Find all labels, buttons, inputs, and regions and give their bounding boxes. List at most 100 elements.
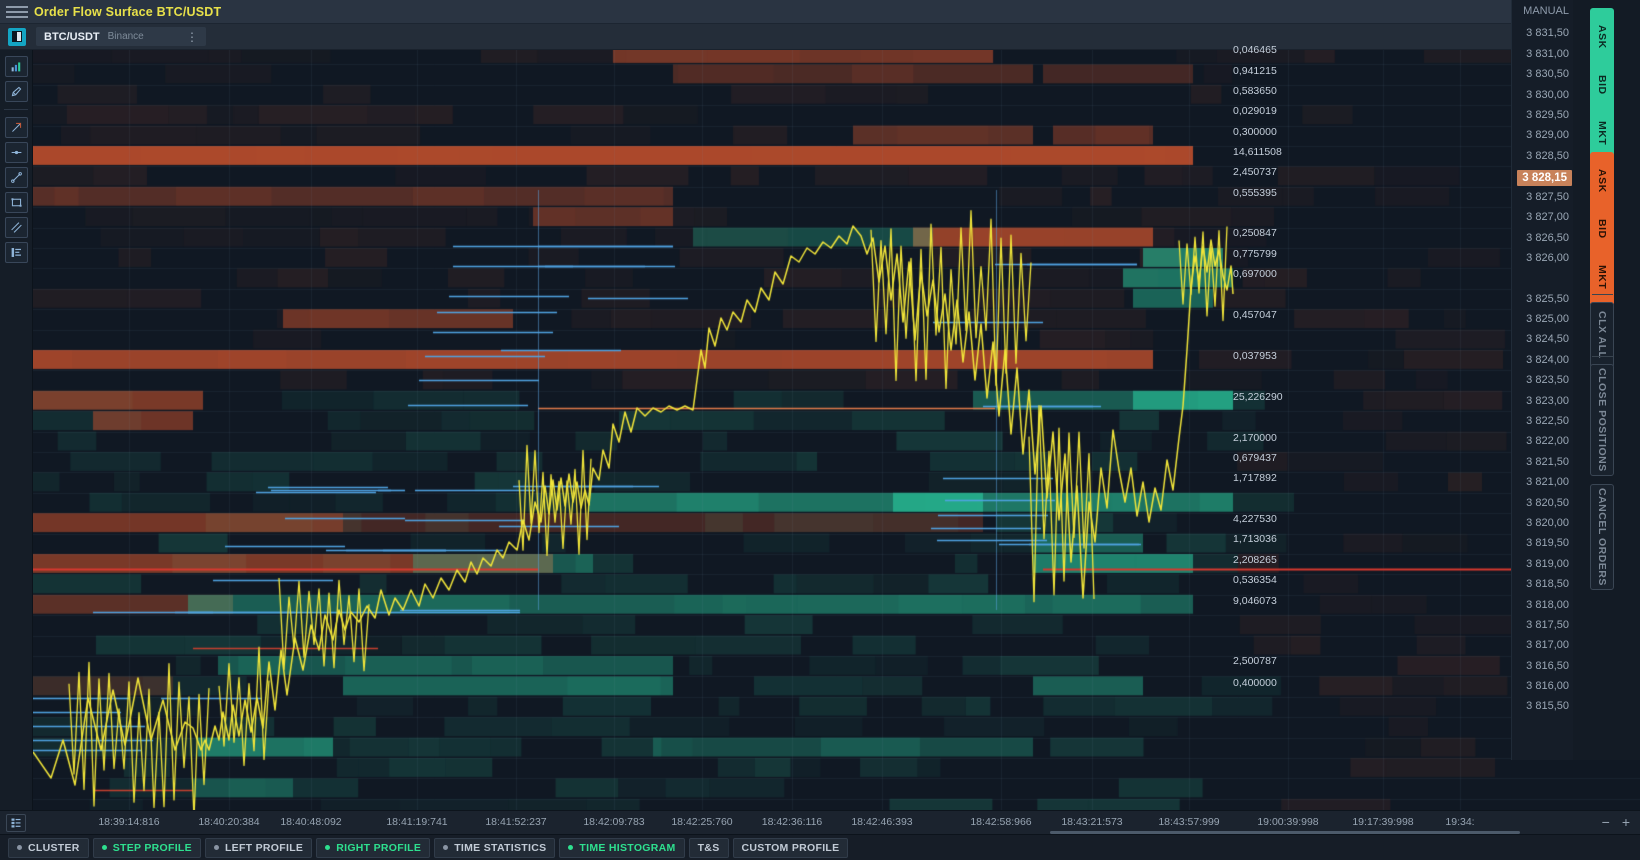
tab-label: RIGHT PROFILE: [336, 841, 422, 854]
text-note-icon[interactable]: [4, 242, 28, 263]
price-tick-label: 3 822,00: [1526, 435, 1569, 447]
price-tick-label: 3 825,00: [1526, 313, 1569, 325]
time-axis[interactable]: − + 18:39:14:816 18:40:20:384 18:40:48:092…: [0, 810, 1640, 834]
price-tick-label: 3 816,00: [1526, 680, 1569, 692]
price-tick-label: 3 819,00: [1526, 558, 1569, 570]
tab-time-histogram[interactable]: TIME HISTOGRAM: [559, 837, 685, 858]
zoom-out-button[interactable]: −: [1602, 815, 1610, 829]
price-tick-label: 3 825,50: [1526, 293, 1569, 305]
tab-status-dot-icon: [101, 845, 107, 850]
last-price-badge: 3 828,15: [1517, 170, 1572, 186]
time-tick-label: 18:40:20:384: [198, 816, 260, 828]
order-flow-surface-window: Order Flow Surface BTC/USDT × BTC/USDT B…: [0, 0, 1640, 860]
symbol-selector[interactable]: BTC/USDT Binance ⋮: [36, 27, 206, 46]
price-tick-label: 3 818,50: [1526, 578, 1569, 590]
tab-custom-profile[interactable]: CUSTOM PROFILE: [732, 837, 849, 858]
tab-status-dot-icon: [17, 845, 22, 850]
chart-bars-icon[interactable]: [4, 56, 28, 77]
rail-button-label: BID: [1596, 219, 1608, 239]
tab-status-dot-icon: [568, 845, 574, 850]
rail-button-label: ASK: [1596, 169, 1608, 193]
price-tick-label: 3 824,00: [1526, 354, 1569, 366]
trend-line-arrow-icon[interactable]: [4, 117, 28, 138]
price-tick-label: 3 826,00: [1526, 252, 1569, 264]
rail-button-label: CLOSE POSITIONS: [1596, 368, 1608, 472]
price-tick-label: 3 817,50: [1526, 619, 1569, 631]
price-tick-label: 3 820,50: [1526, 497, 1569, 509]
price-tick-label: 3 815,50: [1526, 700, 1569, 712]
price-tick-label: 3 817,00: [1526, 639, 1569, 651]
time-tick-label: 18:42:58:966: [970, 816, 1032, 828]
time-tick-label: 18:41:19:741: [386, 816, 448, 828]
price-tick-label: 3 827,50: [1526, 191, 1569, 203]
price-axis-mode[interactable]: MANUAL: [1523, 5, 1569, 17]
tab-status-dot-icon: [213, 845, 219, 850]
tab-right-profile[interactable]: RIGHT PROFILE: [316, 837, 431, 858]
price-tick-label: 3 826,50: [1526, 232, 1569, 244]
price-tick-label: 3 816,50: [1526, 660, 1569, 672]
toolbar-divider-left: [4, 109, 28, 110]
toolbar: BTC/USDT Binance ⋮: [0, 24, 1640, 50]
tab-cluster[interactable]: CLUSTER: [8, 837, 89, 858]
rail-button-cancel-orders[interactable]: CANCEL ORDERS: [1590, 484, 1614, 590]
price-tick-label: 3 830,00: [1526, 89, 1569, 101]
tab-label: T&S: [697, 841, 720, 854]
time-tick-label: 19:00:39:998: [1257, 816, 1319, 828]
heatmap-canvas[interactable]: [33, 50, 1640, 810]
rail-button-label: MKT: [1596, 264, 1608, 290]
tab-status-dot-icon: [443, 845, 449, 850]
price-tick-label: 3 823,00: [1526, 395, 1569, 407]
time-tick-label: 19:34:: [1445, 816, 1475, 828]
zoom-controls: − +: [1602, 815, 1630, 829]
tab-label: TIME STATISTICS: [454, 841, 547, 854]
price-tick-label: 3 820,00: [1526, 517, 1569, 529]
tab-t-s[interactable]: T&S: [688, 837, 729, 858]
line-segment-icon[interactable]: [4, 167, 28, 188]
price-tick-label: 3 829,50: [1526, 109, 1569, 121]
exchange-label: Binance: [107, 31, 144, 42]
trading-button-rail: ASK BID MKT ASK BID MKT CLX ALL CLOSE POSITIONS…: [1573, 0, 1640, 760]
rail-divider: [1592, 294, 1613, 295]
panel-toggle-icon[interactable]: [8, 27, 26, 46]
tab-time-statistics[interactable]: TIME STATISTICS: [434, 837, 556, 858]
time-tick-label: 18:42:09:783: [583, 816, 645, 828]
time-tick-label: 19:17:39:998: [1352, 816, 1414, 828]
time-tick-label: 18:39:14:816: [98, 816, 160, 828]
rail-button-clx-all[interactable]: CLX ALL: [1590, 302, 1614, 368]
price-tick-label: 3 821,00: [1526, 476, 1569, 488]
price-tick-label: 3 827,00: [1526, 211, 1569, 223]
price-tick-label: 3 819,50: [1526, 537, 1569, 549]
symbol-menu-icon[interactable]: ⋮: [186, 31, 198, 43]
zoom-in-button[interactable]: +: [1622, 815, 1630, 829]
price-tick-label: 3 830,50: [1526, 68, 1569, 80]
parallel-lines-icon[interactable]: [4, 217, 28, 238]
price-tick-label: 3 829,00: [1526, 129, 1569, 141]
price-tick-label: 3 821,50: [1526, 456, 1569, 468]
title-bar: Order Flow Surface BTC/USDT ×: [0, 0, 1640, 24]
order-flow-chart[interactable]: 0,046465 0,941215 0,583650 0,029019 0,300000…: [33, 44, 1640, 810]
rail-button-label: CANCEL ORDERS: [1596, 488, 1608, 586]
horizontal-ray-icon[interactable]: [4, 142, 28, 163]
hamburger-icon[interactable]: [6, 5, 28, 18]
time-tick-label: 18:42:36:116: [761, 816, 823, 828]
rail-button-mkt[interactable]: MKT: [1590, 248, 1614, 306]
time-tick-label: 18:41:52:237: [485, 816, 547, 828]
time-tick-label: 18:42:46:393: [851, 816, 913, 828]
tab-step-profile[interactable]: STEP PROFILE: [92, 837, 201, 858]
price-tick-label: 3 831,00: [1526, 48, 1569, 60]
tab-left-profile[interactable]: LEFT PROFILE: [204, 837, 313, 858]
rectangle-icon[interactable]: [4, 192, 28, 213]
price-tick-label: 3 823,50: [1526, 374, 1569, 386]
time-tick-label: 18:43:21:573: [1061, 816, 1123, 828]
tab-label: CLUSTER: [28, 841, 80, 854]
rail-divider: [1592, 356, 1613, 357]
time-grid-icon[interactable]: [6, 814, 26, 832]
bottom-tab-bar: CLUSTER STEP PROFILE LEFT PROFILE RIGHT PRO…: [0, 834, 1640, 860]
tab-label: STEP PROFILE: [112, 841, 192, 854]
brush-icon[interactable]: [4, 81, 28, 102]
price-axis[interactable]: MANUAL 3 831,50 3 831,00 3 830,50 3 830,00 3 …: [1511, 0, 1573, 760]
tab-label: CUSTOM PROFILE: [741, 841, 840, 854]
time-tick-label: 18:40:48:092: [280, 816, 342, 828]
symbol-label: BTC/USDT: [44, 30, 100, 43]
rail-button-close-positions[interactable]: CLOSE POSITIONS: [1590, 364, 1614, 476]
